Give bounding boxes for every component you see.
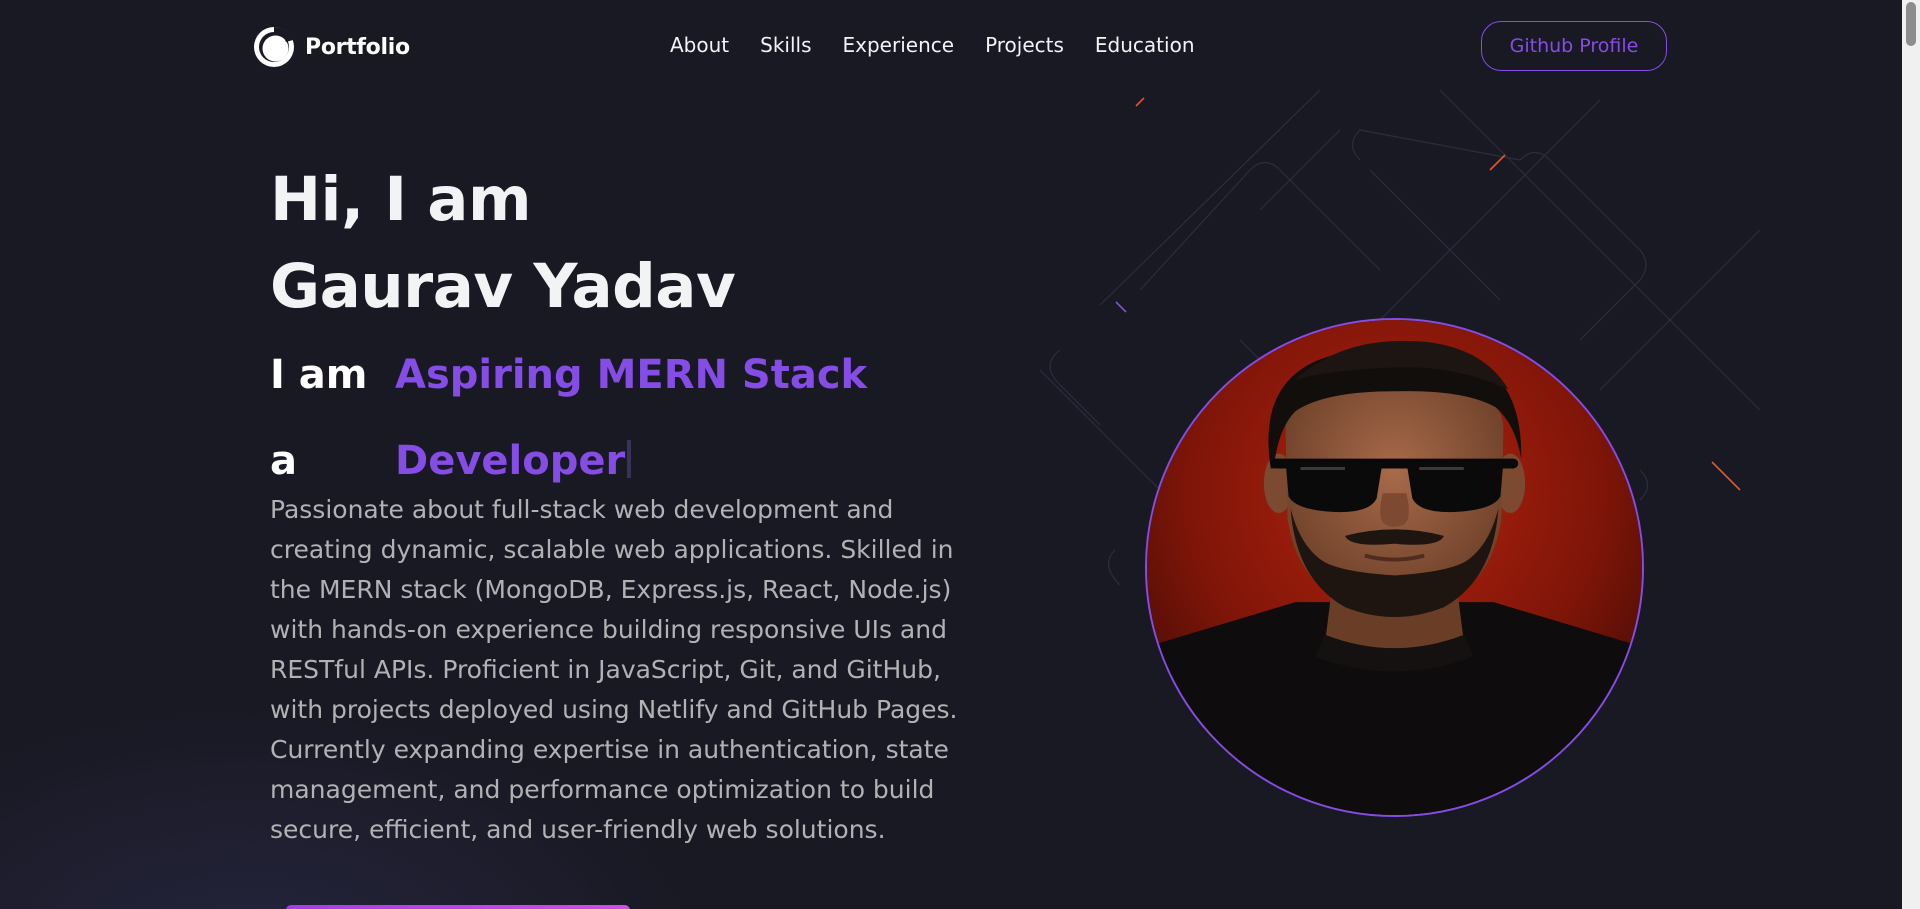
typing-role-text: Aspiring MERN Stack Developer xyxy=(395,332,895,504)
profile-photo xyxy=(1147,320,1642,815)
typing-prefix: I am a xyxy=(270,352,368,484)
profile-avatar xyxy=(1145,318,1644,817)
nav-link-education[interactable]: Education xyxy=(1095,33,1195,57)
resume-button[interactable] xyxy=(286,905,630,909)
logo-link[interactable]: Portfolio xyxy=(253,26,410,68)
portfolio-logo-icon xyxy=(254,26,294,67)
hero-name: Gaurav Yadav xyxy=(270,251,736,322)
typing-role-row: I am a Aspiring MERN Stack Developer xyxy=(270,332,970,484)
nav-link-skills[interactable]: Skills xyxy=(760,33,811,57)
hero-description: Passionate about full-stack web developm… xyxy=(270,495,958,844)
nav-link-projects[interactable]: Projects xyxy=(985,33,1064,57)
typing-cursor xyxy=(627,440,632,478)
hero-title: Hi, I am Gaurav Yadav xyxy=(270,156,736,330)
github-profile-button[interactable]: Github Profile xyxy=(1481,21,1667,71)
page-scrollbar[interactable] xyxy=(1902,0,1920,909)
nav-links: About Skills Experience Projects Educati… xyxy=(670,33,1226,57)
logo-text: Portfolio xyxy=(305,34,410,60)
scrollbar-thumb[interactable] xyxy=(1906,2,1916,46)
nav-link-about[interactable]: About xyxy=(670,33,729,57)
navbar: Portfolio About Skills Experience Projec… xyxy=(0,0,1900,94)
portfolio-page: Portfolio About Skills Experience Projec… xyxy=(0,0,1920,909)
hero-greeting: Hi, I am xyxy=(270,164,532,235)
nav-link-experience[interactable]: Experience xyxy=(843,33,955,57)
